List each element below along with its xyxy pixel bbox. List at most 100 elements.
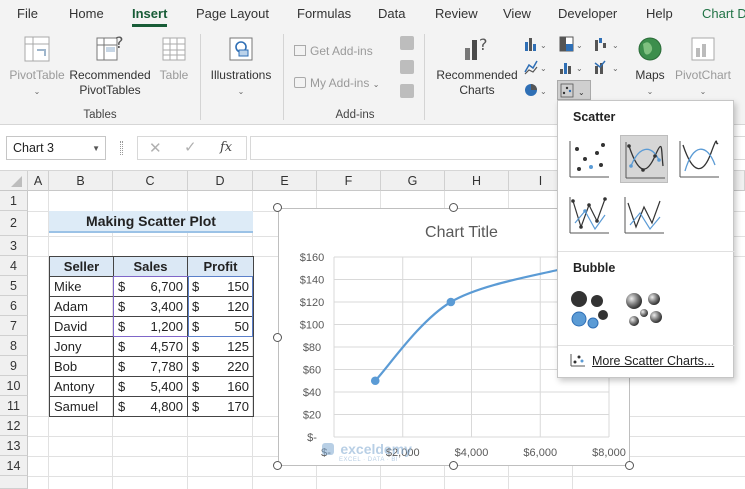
row-header[interactable] <box>0 476 28 489</box>
header-sales[interactable]: Sales <box>113 256 188 277</box>
resize-handle[interactable] <box>273 333 282 342</box>
line-chart-icon[interactable]: ⌄ <box>524 59 550 75</box>
cell-profit[interactable]: $170 <box>187 396 254 417</box>
illustrations-button[interactable]: Illustrations ⌄ <box>206 34 276 99</box>
formula-bar-grip[interactable] <box>120 141 123 155</box>
cell-sales[interactable]: $4,570 <box>113 336 188 357</box>
column-header-f[interactable]: F <box>317 171 381 191</box>
enter-icon[interactable]: ✓ <box>184 138 197 156</box>
column-header-c[interactable]: C <box>113 171 188 191</box>
column-header-g[interactable]: G <box>381 171 445 191</box>
cell-seller[interactable]: Mike <box>49 276 114 297</box>
tab-formulas[interactable]: Formulas <box>297 6 351 21</box>
cell-sales[interactable]: $4,800 <box>113 396 188 417</box>
column-header-a[interactable]: A <box>28 171 49 191</box>
get-addins-button[interactable]: Get Add-ins <box>294 44 373 58</box>
cell-sales[interactable]: $5,400 <box>113 376 188 397</box>
combo-chart-icon[interactable]: ⌄ <box>594 59 622 75</box>
tab-insert[interactable]: Insert <box>132 6 168 27</box>
scatter-option[interactable] <box>565 135 613 183</box>
more-scatter-charts-link[interactable]: More Scatter Charts... <box>570 353 714 368</box>
bing-icon[interactable] <box>400 60 414 74</box>
header-seller[interactable]: Seller <box>49 256 114 277</box>
table-button[interactable]: Table <box>154 34 194 83</box>
tab-data[interactable]: Data <box>378 6 405 21</box>
cell-profit[interactable]: $160 <box>187 376 254 397</box>
cell-seller[interactable]: Adam <box>49 296 114 317</box>
scatter-smooth-lines-markers-option[interactable] <box>620 135 668 183</box>
row-header[interactable]: 4 <box>0 256 28 276</box>
waterfall-chart-icon[interactable]: ⌄ <box>594 36 622 52</box>
cell-sales[interactable]: $1,200 <box>113 316 188 337</box>
tab-file[interactable]: File <box>17 6 38 21</box>
row-header[interactable]: 12 <box>0 416 28 436</box>
row-header[interactable]: 2 <box>0 211 28 236</box>
sheet-title[interactable]: Making Scatter Plot <box>49 211 253 233</box>
cancel-icon[interactable]: ✕ <box>149 139 162 157</box>
tab-view[interactable]: View <box>503 6 531 21</box>
header-profit[interactable]: Profit <box>187 256 254 277</box>
scatter-smooth-lines-option[interactable] <box>675 135 723 183</box>
cell-seller[interactable]: Samuel <box>49 396 114 417</box>
cell-sales[interactable]: $6,700 <box>113 276 188 297</box>
insert-function-icon[interactable]: fx <box>220 140 232 155</box>
people-graph-icon[interactable] <box>400 84 414 98</box>
cell-sales[interactable]: $7,780 <box>113 356 188 377</box>
cell-sales[interactable]: $3,400 <box>113 296 188 317</box>
resize-handle[interactable] <box>625 461 634 470</box>
row-header[interactable]: 5 <box>0 276 28 296</box>
resize-handle[interactable] <box>449 461 458 470</box>
row-header[interactable]: 6 <box>0 296 28 316</box>
scatter-chart-button[interactable]: ⌄ <box>557 80 591 100</box>
row-header[interactable]: 11 <box>0 396 28 416</box>
column-header-d[interactable]: D <box>188 171 253 191</box>
resize-handle[interactable] <box>449 203 458 212</box>
chart-title[interactable]: Chart Title <box>425 224 498 241</box>
scatter-straight-lines-option[interactable] <box>620 191 668 239</box>
column-header-b[interactable]: B <box>49 171 113 191</box>
recommended-charts-button[interactable]: ? Recommended Charts <box>433 34 521 98</box>
recommended-pivottables-button[interactable]: ? Recommended PivotTables <box>68 34 152 98</box>
cell-profit[interactable]: $50 <box>187 316 254 337</box>
resize-handle[interactable] <box>273 203 282 212</box>
row-header[interactable]: 13 <box>0 436 28 456</box>
row-header[interactable]: 1 <box>0 191 28 211</box>
cell-profit[interactable]: $120 <box>187 296 254 317</box>
pie-chart-icon[interactable]: ⌄ <box>524 82 550 98</box>
row-header[interactable]: 7 <box>0 316 28 336</box>
tab-home[interactable]: Home <box>69 6 104 21</box>
data-point[interactable] <box>370 376 380 386</box>
scatter-straight-lines-markers-option[interactable] <box>565 191 613 239</box>
row-header[interactable]: 14 <box>0 456 28 476</box>
cell-profit[interactable]: $220 <box>187 356 254 377</box>
pivottable-button[interactable]: PivotTable ⌄ <box>6 34 68 99</box>
hierarchy-chart-icon[interactable]: ⌄ <box>559 36 585 52</box>
chevron-down-icon[interactable]: ▼ <box>92 144 100 153</box>
cell-seller[interactable]: Antony <box>49 376 114 397</box>
visio-icon[interactable] <box>400 36 414 50</box>
column-header-h[interactable]: H <box>445 171 509 191</box>
tab-help[interactable]: Help <box>646 6 673 21</box>
data-point[interactable] <box>446 297 456 307</box>
row-header[interactable]: 8 <box>0 336 28 356</box>
column-chart-icon[interactable]: ⌄ <box>524 36 550 52</box>
bubble-option[interactable] <box>565 285 613 333</box>
row-header[interactable]: 10 <box>0 376 28 396</box>
maps-button[interactable]: Maps ⌄ <box>628 34 672 99</box>
tab-chart-design[interactable]: Chart D <box>702 6 745 21</box>
my-addins-button[interactable]: My Add-ins ⌄ <box>294 76 379 90</box>
column-header-e[interactable]: E <box>253 171 317 191</box>
select-all-corner[interactable] <box>0 171 28 191</box>
name-box[interactable]: Chart 3 ▼ <box>6 136 106 160</box>
tab-review[interactable]: Review <box>435 6 478 21</box>
cell-seller[interactable]: Jony <box>49 336 114 357</box>
resize-handle[interactable] <box>273 461 282 470</box>
cell-profit[interactable]: $150 <box>187 276 254 297</box>
tab-developer[interactable]: Developer <box>558 6 617 21</box>
row-header[interactable]: 9 <box>0 356 28 376</box>
row-header[interactable]: 3 <box>0 236 28 256</box>
cell-seller[interactable]: Bob <box>49 356 114 377</box>
cell-profit[interactable]: $125 <box>187 336 254 357</box>
pivotchart-button[interactable]: PivotChart ⌄ <box>672 34 734 99</box>
tab-page-layout[interactable]: Page Layout <box>196 6 269 21</box>
